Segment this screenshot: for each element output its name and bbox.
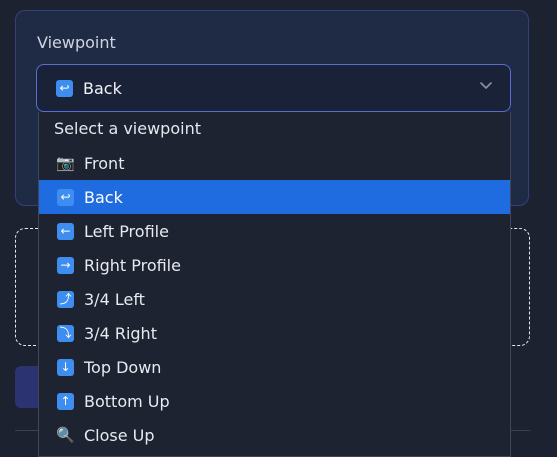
option-close-up[interactable]: 🔍 Close Up xyxy=(39,418,510,452)
back-arrow-icon: ↩ xyxy=(57,188,74,206)
option-three-quarter-left[interactable]: ⤴ 3/4 Left xyxy=(39,282,510,316)
option-label: Front xyxy=(84,153,125,173)
option-back[interactable]: ↩ Back xyxy=(39,180,510,214)
option-label: 3/4 Left xyxy=(84,289,145,309)
option-left-profile[interactable]: ← Left Profile xyxy=(39,214,510,248)
camera-icon: 📷 xyxy=(56,153,75,172)
option-label: Top Down xyxy=(84,357,162,377)
option-label: Bottom Up xyxy=(84,391,170,411)
option-label: 3/4 Right xyxy=(84,323,157,343)
dropdown-placeholder: Select a viewpoint xyxy=(54,119,201,138)
viewpoint-label: Viewpoint xyxy=(37,33,116,52)
option-label: Left Profile xyxy=(84,221,169,241)
option-bottom-up[interactable]: ↑ Bottom Up xyxy=(39,384,510,418)
up-arrow-icon: ↑ xyxy=(57,392,74,410)
curve-up-arrow-icon: ⤴ xyxy=(57,290,74,308)
option-label: Right Profile xyxy=(84,255,181,275)
curve-down-arrow-icon: ⤵ xyxy=(57,324,74,342)
back-arrow-icon: ↩ xyxy=(56,79,73,97)
option-label: Close Up xyxy=(84,425,155,445)
viewpoint-dropdown: Select a viewpoint 📷 Front ↩ Back ← Left… xyxy=(38,112,511,457)
chevron-down-icon xyxy=(480,82,492,89)
magnifier-icon: 🔍 xyxy=(56,425,75,444)
left-arrow-icon: ← xyxy=(57,222,74,240)
option-top-down[interactable]: ↓ Top Down xyxy=(39,350,510,384)
option-front[interactable]: 📷 Front xyxy=(39,146,510,180)
viewpoint-select-value: Back xyxy=(83,78,122,98)
option-right-profile[interactable]: → Right Profile xyxy=(39,248,510,282)
option-label: Back xyxy=(84,187,123,207)
option-three-quarter-right[interactable]: ⤵ 3/4 Right xyxy=(39,316,510,350)
down-arrow-icon: ↓ xyxy=(57,358,74,376)
viewpoint-select[interactable]: ↩ Back xyxy=(36,64,511,112)
right-arrow-icon: → xyxy=(57,256,74,274)
